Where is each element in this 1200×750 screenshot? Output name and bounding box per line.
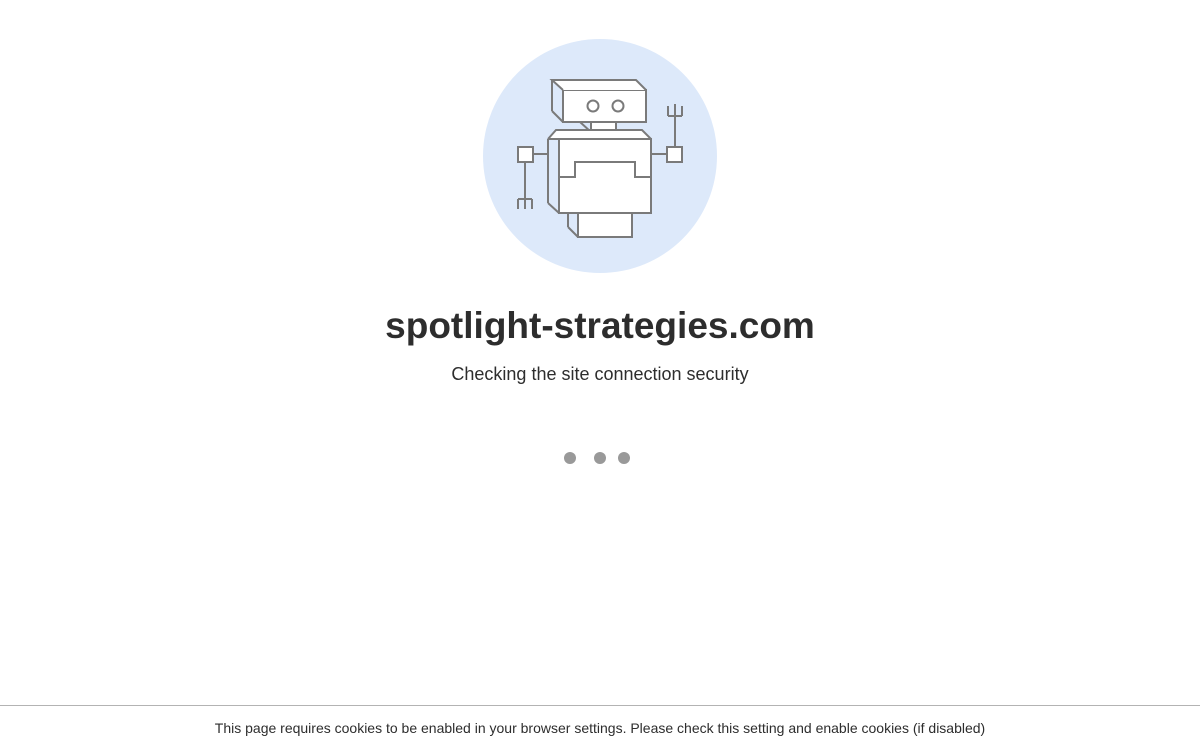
loading-dot	[618, 452, 630, 464]
loading-dot	[594, 452, 606, 464]
status-message: Checking the site connection security	[451, 364, 749, 384]
loading-indicator	[564, 451, 636, 465]
robot-icon	[517, 79, 683, 238]
site-domain-heading: spotlight-strategies.com	[385, 305, 815, 346]
page: spotlight-strategies.com Checking the si…	[0, 0, 1200, 750]
robot-illustration	[483, 39, 717, 273]
cookie-notice: This page requires cookies to be enabled…	[214, 720, 986, 736]
loading-dot	[564, 452, 576, 464]
footer-divider	[0, 705, 1200, 706]
